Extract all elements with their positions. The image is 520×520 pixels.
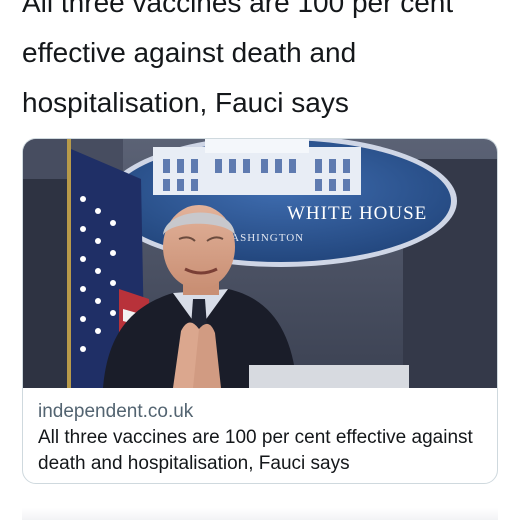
next-row-fade	[22, 508, 498, 520]
article-thumbnail-image[interactable]: WHITE HOUSE WASHINGTON	[23, 139, 498, 388]
link-preview-card[interactable]: WHITE HOUSE WASHINGTON independent.co.uk…	[22, 138, 498, 484]
card-meta: independent.co.uk All three vaccines are…	[38, 399, 488, 477]
card-title[interactable]: All three vaccines are 100 per cent effe…	[38, 425, 488, 477]
card-domain[interactable]: independent.co.uk	[38, 399, 488, 425]
seal-text-line1: WHITE HOUSE	[287, 203, 427, 224]
tweet-text: All three vaccines are 100 per cent effe…	[22, 0, 454, 118]
